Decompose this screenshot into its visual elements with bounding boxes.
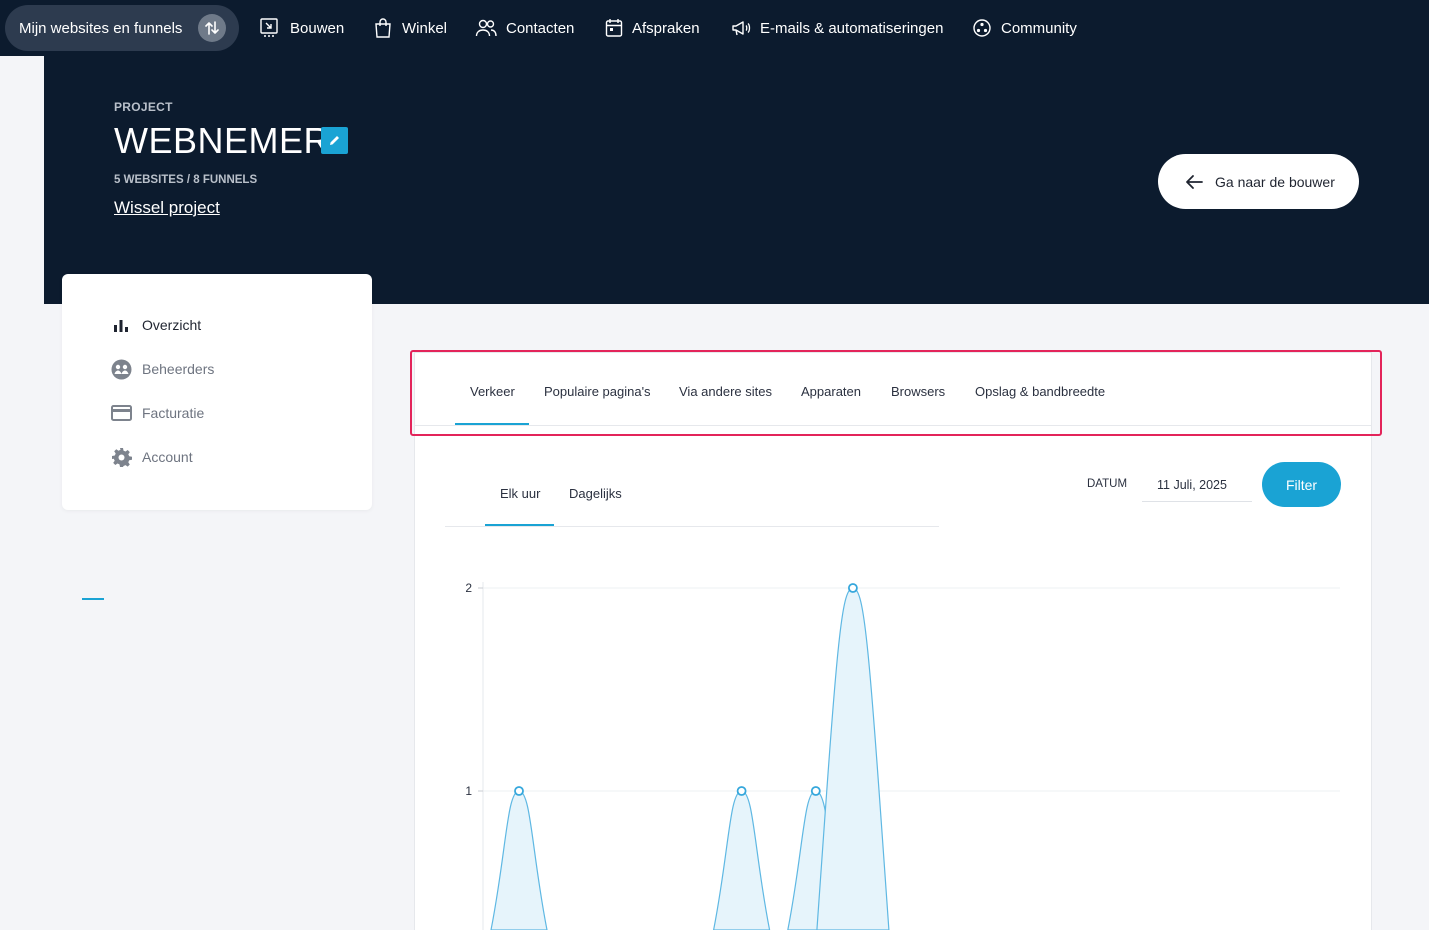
area-peak xyxy=(712,790,771,930)
nav-item-afspraken[interactable]: Afspraken xyxy=(605,0,700,56)
nav-item-label: Contacten xyxy=(506,19,575,37)
project-eyebrow: PROJECT xyxy=(114,100,173,114)
community-icon xyxy=(973,19,991,37)
swap-icon xyxy=(198,14,226,42)
sidebar-item-label: Facturatie xyxy=(142,405,205,421)
subtabs-divider xyxy=(445,526,939,527)
sidebar-item-label: Overzicht xyxy=(142,317,202,333)
credit-card-icon xyxy=(110,405,132,421)
arrow-left-icon xyxy=(1186,174,1203,189)
project-title: WEBNEMER xyxy=(114,120,331,161)
active-subtab-indicator xyxy=(485,524,554,526)
megaphone-icon xyxy=(732,21,751,36)
go-to-builder-label: Ga naar de bouwer xyxy=(1215,173,1335,190)
date-label: DATUM xyxy=(1087,478,1128,490)
data-point[interactable] xyxy=(736,786,747,796)
nav-item-label: Winkel xyxy=(402,19,448,37)
contacts-icon xyxy=(475,19,497,37)
go-to-builder-button[interactable]: Ga naar de bouwer xyxy=(1158,154,1359,209)
sidebar-item-facturatie[interactable]: Facturatie xyxy=(110,401,204,425)
top-navigation: Mijn websites en funnels Bouwen Winkel C… xyxy=(0,0,1429,56)
chart-series xyxy=(490,583,890,930)
data-point[interactable] xyxy=(847,583,858,593)
sidebar-item-label: Account xyxy=(142,449,193,465)
edit-title-button[interactable] xyxy=(321,127,348,154)
data-point[interactable] xyxy=(514,786,524,796)
data-point[interactable] xyxy=(810,786,821,796)
nav-item-bouwen[interactable]: Bouwen xyxy=(259,0,344,56)
pencil-icon xyxy=(330,136,339,145)
active-indicator xyxy=(82,598,104,600)
project-switcher-label: Mijn websites en funnels xyxy=(19,19,183,37)
sidebar-item-label: Beheerders xyxy=(142,361,215,377)
nav-item-label: Afspraken xyxy=(632,19,700,37)
sidebar-item-overzicht[interactable]: Overzicht xyxy=(110,313,201,337)
nav-item-label: Community xyxy=(1001,19,1077,37)
side-menu: Overzicht Beheerders Facturatie Account xyxy=(62,274,372,600)
area-peak xyxy=(816,587,890,930)
area-peak xyxy=(490,790,548,930)
bar-chart-icon xyxy=(110,317,132,333)
nav-item-winkel[interactable]: Winkel xyxy=(373,0,447,56)
y-tick-label: 1 xyxy=(465,784,472,798)
calendar-icon xyxy=(605,19,623,37)
nav-item-community[interactable]: Community xyxy=(972,0,1077,56)
gear-icon xyxy=(110,447,132,468)
sidebar-item-account[interactable]: Account xyxy=(110,445,193,469)
nav-item-emails[interactable]: E-mails & automatiseringen xyxy=(731,0,943,56)
y-tick-label: 2 xyxy=(465,581,472,595)
shopping-bag-icon xyxy=(375,18,391,38)
tabs-highlight-box xyxy=(410,350,1382,436)
switch-project-link[interactable]: Wissel project xyxy=(114,198,220,218)
sidebar-item-beheerders[interactable]: Beheerders xyxy=(110,357,214,381)
subtab-elk-uur[interactable]: Elk uur xyxy=(500,486,540,501)
nav-item-contacten[interactable]: Contacten xyxy=(475,0,574,56)
traffic-chart: 2 1 xyxy=(465,581,1340,930)
nav-item-label: E-mails & automatiseringen xyxy=(760,19,944,37)
users-icon xyxy=(110,359,132,380)
nav-item-label: Bouwen xyxy=(290,19,345,37)
subtab-dagelijks[interactable]: Dagelijks xyxy=(569,486,622,501)
project-switcher-button[interactable]: Mijn websites en funnels xyxy=(5,5,239,51)
date-input[interactable] xyxy=(1142,468,1252,502)
builder-icon xyxy=(260,18,278,37)
filter-button[interactable]: Filter xyxy=(1262,462,1341,507)
project-counts: 5 WEBSITES / 8 FUNNELS xyxy=(114,174,258,186)
